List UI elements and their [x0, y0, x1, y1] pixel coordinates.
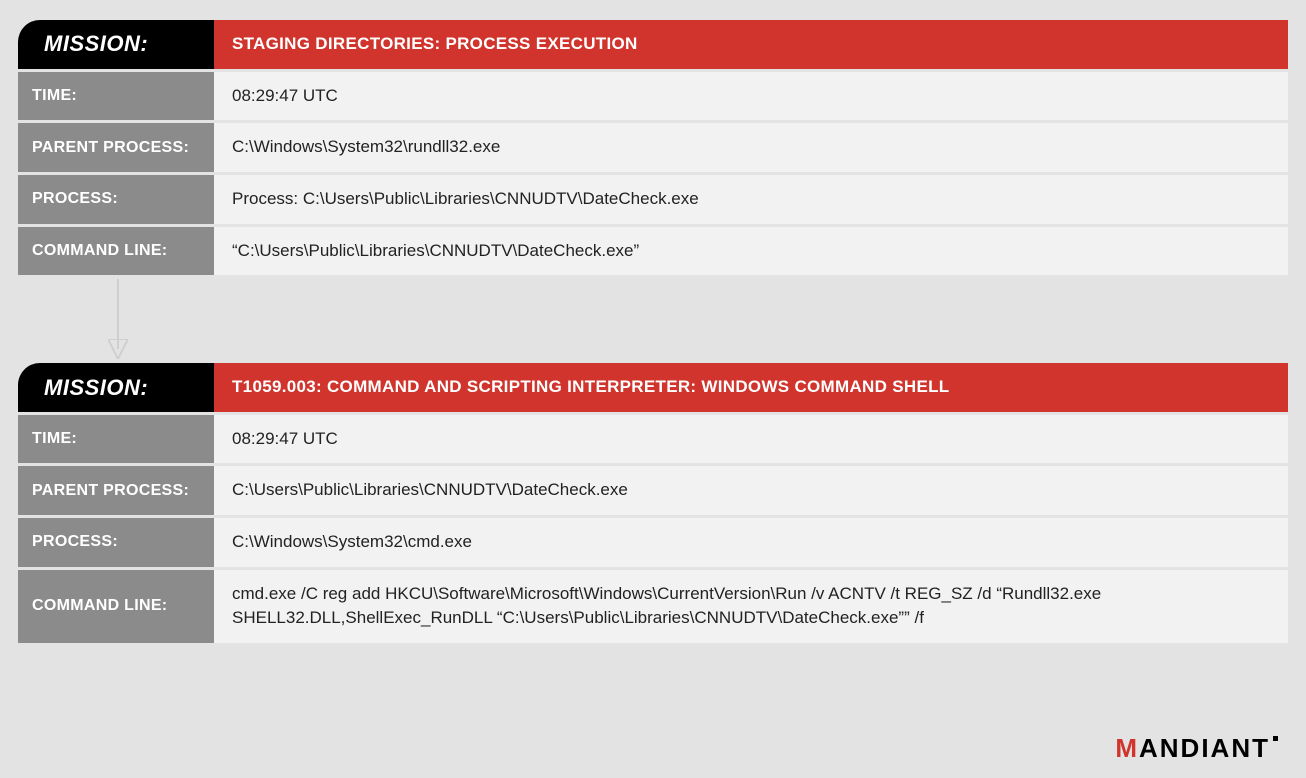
- field-row: PARENT PROCESS: C:\Windows\System32\rund…: [18, 123, 1288, 172]
- field-value: cmd.exe /C reg add HKCU\Software\Microso…: [214, 570, 1288, 643]
- field-value: 08:29:47 UTC: [214, 72, 1288, 121]
- field-label: COMMAND LINE:: [18, 570, 214, 643]
- field-label: TIME:: [18, 72, 214, 121]
- field-row: COMMAND LINE: cmd.exe /C reg add HKCU\So…: [18, 570, 1288, 643]
- field-label: TIME:: [18, 415, 214, 464]
- field-value: C:\Windows\System32\rundll32.exe: [214, 123, 1288, 172]
- mission-value: STAGING DIRECTORIES: PROCESS EXECUTION: [214, 20, 1288, 69]
- field-row: PROCESS: C:\Windows\System32\cmd.exe: [18, 518, 1288, 567]
- brand-letter-m: M: [1115, 733, 1139, 763]
- mission-header: MISSION: T1059.003: COMMAND AND SCRIPTIN…: [18, 363, 1288, 412]
- field-value: C:\Users\Public\Libraries\CNNUDTV\DateCh…: [214, 466, 1288, 515]
- field-value: C:\Windows\System32\cmd.exe: [214, 518, 1288, 567]
- event-card: MISSION: STAGING DIRECTORIES: PROCESS EX…: [18, 20, 1288, 275]
- field-label: PARENT PROCESS:: [18, 466, 214, 515]
- event-card: MISSION: T1059.003: COMMAND AND SCRIPTIN…: [18, 363, 1288, 643]
- brand-dot-icon: [1273, 736, 1278, 741]
- field-label: PARENT PROCESS:: [18, 123, 214, 172]
- mission-label: MISSION:: [18, 363, 214, 412]
- field-row: PARENT PROCESS: C:\Users\Public\Librarie…: [18, 466, 1288, 515]
- flow-arrow: [18, 275, 1288, 363]
- field-value: 08:29:47 UTC: [214, 415, 1288, 464]
- field-row: TIME: 08:29:47 UTC: [18, 72, 1288, 121]
- field-row: COMMAND LINE: “C:\Users\Public\Libraries…: [18, 227, 1288, 276]
- field-value: “C:\Users\Public\Libraries\CNNUDTV\DateC…: [214, 227, 1288, 276]
- brand-logo: MANDIANT: [1115, 733, 1278, 764]
- field-label: PROCESS:: [18, 518, 214, 567]
- mission-label: MISSION:: [18, 20, 214, 69]
- field-label: PROCESS:: [18, 175, 214, 224]
- field-row: TIME: 08:29:47 UTC: [18, 415, 1288, 464]
- field-label: COMMAND LINE:: [18, 227, 214, 276]
- brand-text-rest: ANDIANT: [1139, 733, 1270, 763]
- mission-value: T1059.003: COMMAND AND SCRIPTING INTERPR…: [214, 363, 1288, 412]
- mission-header: MISSION: STAGING DIRECTORIES: PROCESS EX…: [18, 20, 1288, 69]
- field-row: PROCESS: Process: C:\Users\Public\Librar…: [18, 175, 1288, 224]
- field-value: Process: C:\Users\Public\Libraries\CNNUD…: [214, 175, 1288, 224]
